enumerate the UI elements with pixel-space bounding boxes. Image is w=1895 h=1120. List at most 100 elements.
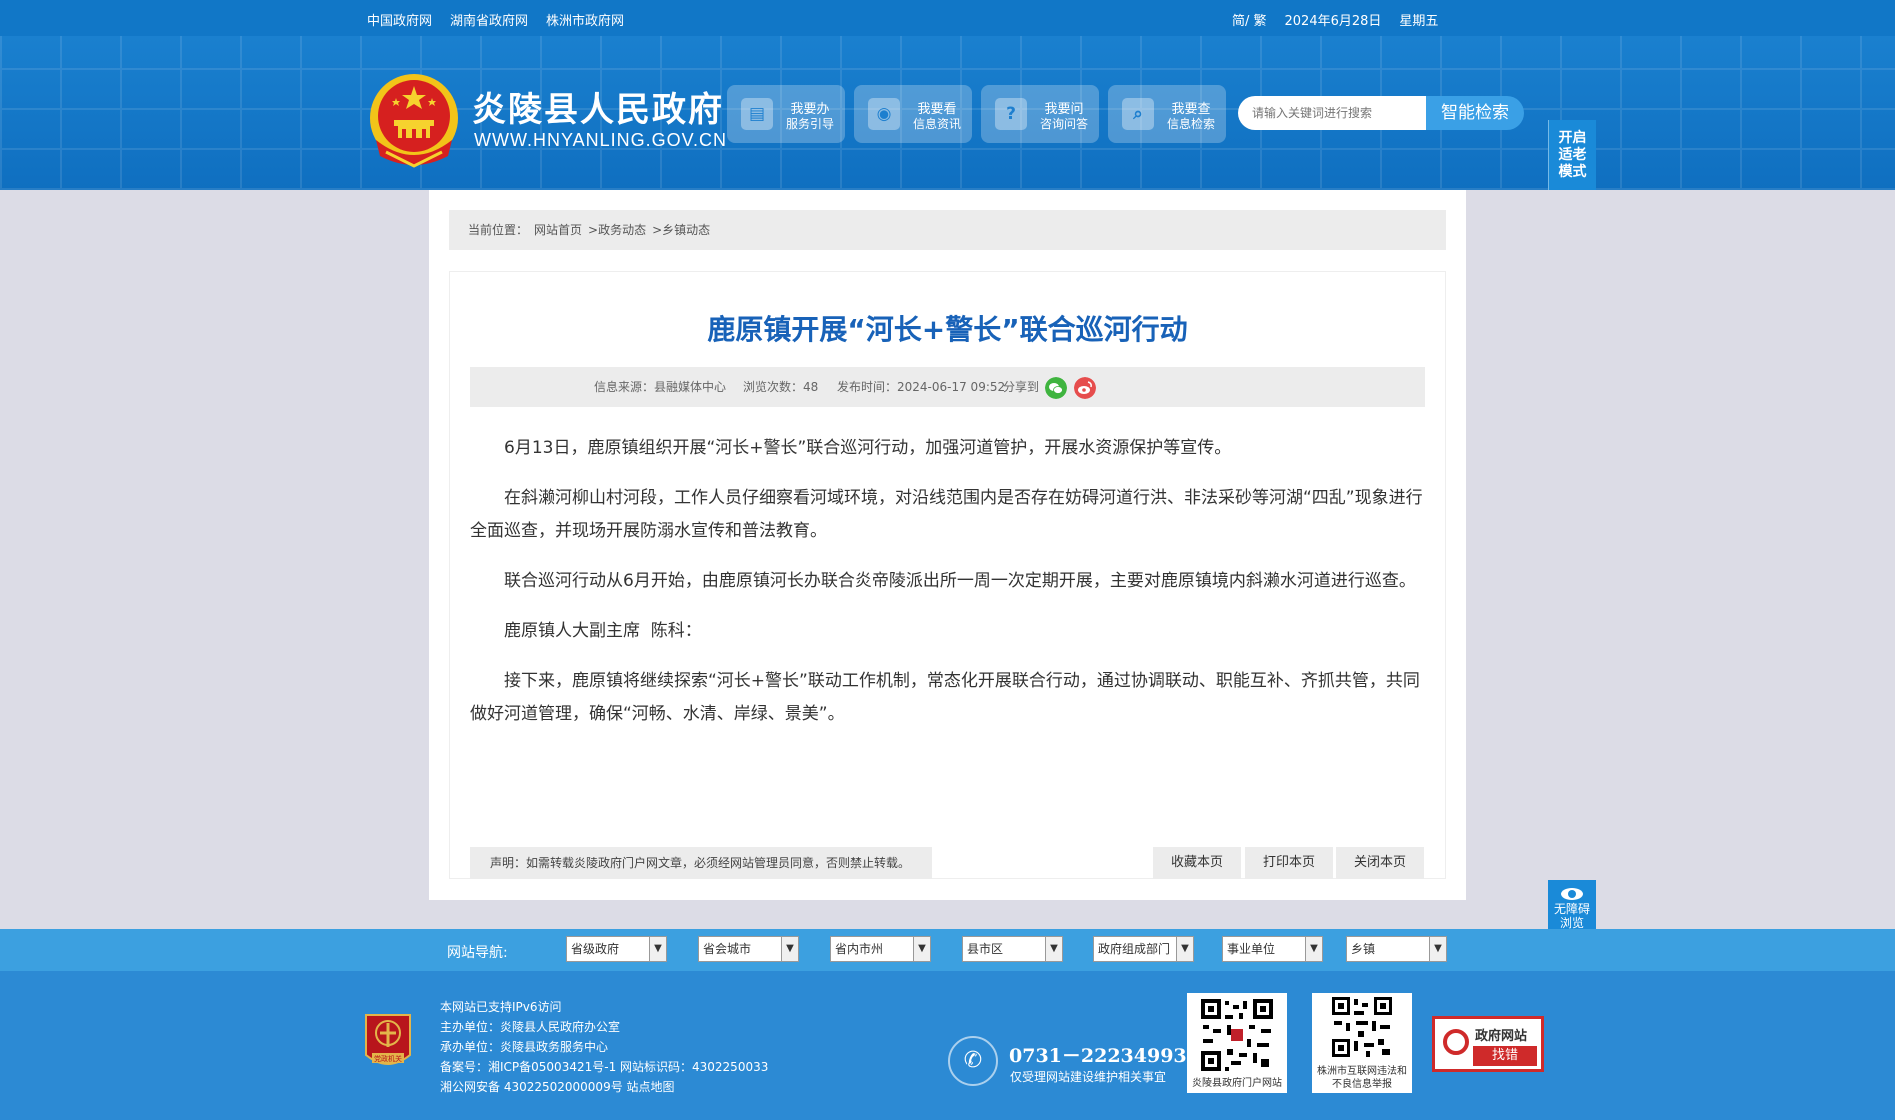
- qr-code-icon: [1199, 997, 1275, 1073]
- select-province-cities[interactable]: 省内市州 ▼: [830, 936, 931, 962]
- elder-mode-button[interactable]: 开启 适老 模式: [1548, 120, 1596, 190]
- current-weekday: 星期五: [1399, 14, 1439, 29]
- breadcrumb: 当前位置： 网站首页 >政务动态 >乡镇动态: [449, 210, 1446, 250]
- footer-info: 本网站已支持IPv6访问 主办单位：炎陵县人民政府办公室 承办单位：炎陵县政务服…: [440, 997, 768, 1097]
- article-meta: 信息来源：县融媒体中心 浏览次数：48 发布时间：2024-06-17 09:5…: [470, 367, 1425, 407]
- close-page-button[interactable]: 关闭本页: [1336, 847, 1424, 879]
- findbug-label: 找错: [1473, 1046, 1537, 1066]
- breadcrumb-prefix: 当前位置：: [468, 223, 529, 237]
- article-paragraph: 接下来，鹿原镇将继续探索“河长+警长”联动工作机制，常态化开展联合行动，通过协调…: [470, 671, 1420, 724]
- top-right: 简/ 繁 2024年6月28日 星期五: [1232, 10, 1438, 29]
- footer-line: 承办单位：炎陵县政务服务中心: [440, 1040, 609, 1054]
- chevron-down-icon: ▼: [649, 937, 666, 961]
- print-page-button[interactable]: 打印本页: [1245, 847, 1333, 879]
- footer-line[interactable]: 备案号：湘ICP备05003421号-1 网站标识码：4302250033: [440, 1057, 768, 1077]
- link-zhuzhou-gov[interactable]: 株洲市政府网: [546, 10, 624, 29]
- weibo-icon[interactable]: [1074, 377, 1096, 399]
- findbug-title: 政府网站: [1475, 1029, 1528, 1044]
- footer-line: 本网站已支持IPv6访问: [440, 1000, 562, 1014]
- select-value: 省级政府: [571, 942, 620, 956]
- select-public-institutions[interactable]: 事业单位 ▼: [1222, 936, 1323, 962]
- national-emblem-icon[interactable]: [366, 70, 462, 174]
- nav-retrieval-button[interactable]: ⌕ 我要查 信息检索: [1108, 85, 1226, 143]
- nav-service-guide-button[interactable]: ▤ 我要办 服务引导: [727, 85, 845, 143]
- qr-code-icon: [1330, 995, 1394, 1059]
- phone-icon: ✆: [948, 1036, 998, 1086]
- breadcrumb-town-news[interactable]: >乡镇动态: [652, 210, 710, 250]
- question-icon: ?: [995, 98, 1027, 130]
- article-paragraph: 联合巡河行动从6月开始，由鹿原镇河长办联合炎帝陵派出所一周一次定期开展，主要对鹿…: [504, 571, 1416, 591]
- link-hunan-gov[interactable]: 湖南省政府网: [450, 10, 528, 29]
- phone-note: 仅受理网站建设维护相关事宜: [1010, 1070, 1167, 1084]
- article-paragraph: 鹿原镇人大副主席 陈科：: [504, 621, 702, 641]
- chevron-down-icon: ▼: [1429, 937, 1446, 961]
- chevron-down-icon: ▼: [913, 937, 930, 961]
- accessibility-label: 无障碍 浏览: [1553, 902, 1590, 930]
- chevron-down-icon: ▼: [1176, 937, 1193, 961]
- select-counties[interactable]: 县市区 ▼: [962, 936, 1063, 962]
- article-paragraph: 6月13日，鹿原镇组织开展“河长+警长”联合巡河行动，加强河道管护，开展水资源保…: [504, 438, 1232, 458]
- footer-line[interactable]: 湘公网安备 43022502000009号 站点地图: [440, 1077, 768, 1097]
- article-paragraph: 在斜濑河柳山村河段，工作人员仔细察看河域环境，对沿线范围内是否存在妨碍河道行洪、…: [470, 488, 1423, 541]
- copyright-declaration: 声明：如需转载炎陵政府门户网文章，必须经网站管理员同意，否则禁止转载。: [470, 847, 932, 879]
- qr-caption: 炎陵县政府门户网站: [1192, 1078, 1282, 1089]
- magnifier-icon: [1443, 1029, 1469, 1055]
- site-domain: WWW.HNYANLING.GOV.CN: [474, 130, 728, 150]
- footer-line: 主办单位：炎陵县人民政府办公室: [440, 1020, 621, 1034]
- article-content: 6月13日，鹿原镇组织开展“河长+警长”联合巡河行动，加强河道管护，开展水资源保…: [470, 432, 1425, 748]
- bookmark-page-button[interactable]: 收藏本页: [1153, 847, 1241, 879]
- select-value: 省会城市: [703, 942, 752, 956]
- main-panel: 当前位置： 网站首页 >政务动态 >乡镇动态 鹿原镇开展“河长+警长”联合巡河行…: [429, 190, 1466, 900]
- nav-label-sub: 信息检索: [1166, 117, 1215, 131]
- meta-time: 发布时间：2024-06-17 09:52: [837, 380, 1006, 394]
- article: 鹿原镇开展“河长+警长”联合巡河行动 信息来源：县融媒体中心 浏览次数：48 发…: [449, 271, 1446, 879]
- qr-caption: 株洲市互联网违法和不良信息举报: [1317, 1066, 1407, 1090]
- eye-icon: ◉: [868, 98, 900, 130]
- article-title: 鹿原镇开展“河长+警长”联合巡河行动: [707, 313, 1188, 346]
- select-gov-departments[interactable]: 政府组成部门 ▼: [1093, 936, 1194, 962]
- site-title[interactable]: 炎陵县人民政府: [472, 82, 724, 131]
- qr-code-report: 株洲市互联网违法和不良信息举报: [1312, 993, 1412, 1093]
- nav-qa-button[interactable]: ? 我要问 咨询问答: [981, 85, 1099, 143]
- top-links: 中国政府网 湖南省政府网 株洲市政府网: [367, 10, 624, 29]
- eye-icon: [1561, 888, 1583, 900]
- chevron-down-icon: ▼: [781, 937, 798, 961]
- breadcrumb-home[interactable]: 网站首页: [534, 210, 582, 250]
- meta-views: 浏览次数：48: [743, 380, 819, 394]
- chevron-down-icon: ▼: [1305, 937, 1322, 961]
- meta-source: 信息来源：县融媒体中心: [594, 380, 727, 394]
- party-gov-badge-icon[interactable]: 党政机关: [362, 1011, 414, 1073]
- site-header: 炎陵县人民政府 WWW.HNYANLING.GOV.CN ▤ 我要办 服务引导 …: [0, 36, 1895, 190]
- select-towns[interactable]: 乡镇 ▼: [1346, 936, 1447, 962]
- search-input[interactable]: [1238, 96, 1426, 130]
- elder-mode-label: 开启 适老 模式: [1558, 130, 1587, 180]
- doc-icon: ▤: [741, 98, 773, 130]
- top-bar: 中国政府网 湖南省政府网 株洲市政府网 简/ 繁 2024年6月28日 星期五: [0, 0, 1895, 36]
- nav-label-sub: 信息资讯: [912, 117, 961, 131]
- nav-label-sub: 服务引导: [785, 117, 834, 131]
- meta-share-label: 分享到: [1003, 380, 1040, 394]
- smart-search-button[interactable]: 智能检索: [1426, 96, 1524, 130]
- chevron-down-icon: ▼: [1045, 937, 1062, 961]
- select-value: 县市区: [967, 942, 1004, 956]
- select-value: 事业单位: [1227, 942, 1276, 956]
- link-central-gov[interactable]: 中国政府网: [367, 10, 432, 29]
- lang-switch[interactable]: 简/ 繁: [1232, 10, 1267, 29]
- nav-label-sub: 咨询问答: [1039, 117, 1088, 131]
- wechat-icon[interactable]: [1045, 377, 1067, 399]
- select-provincial-gov[interactable]: 省级政府 ▼: [566, 936, 667, 962]
- site-nav-bar: 网站导航: 省级政府 ▼ 省会城市 ▼ 省内市州 ▼ 县市区 ▼ 政府组成部门 ▼ 事业单…: [0, 929, 1895, 971]
- breadcrumb-gov-news[interactable]: >政务动态: [588, 210, 646, 250]
- find-error-button[interactable]: 政府网站 找错: [1432, 1016, 1544, 1072]
- current-date: 2024年6月28日: [1284, 14, 1382, 29]
- select-value: 省内市州: [835, 942, 884, 956]
- select-capital-cities[interactable]: 省会城市 ▼: [698, 936, 799, 962]
- site-footer: 党政机关 本网站已支持IPv6访问 主办单位：炎陵县人民政府办公室 承办单位：炎…: [0, 971, 1895, 1120]
- select-value: 政府组成部门: [1098, 942, 1171, 956]
- search-icon: ⌕: [1122, 98, 1154, 130]
- article-footer-bar: 声明：如需转载炎陵政府门户网文章，必须经网站管理员同意，否则禁止转载。 收藏本页…: [470, 847, 1425, 879]
- qr-code-portal: 炎陵县政府门户网站: [1187, 993, 1287, 1093]
- nav-info-button[interactable]: ◉ 我要看 信息资讯: [854, 85, 972, 143]
- badge-text: 党政机关: [374, 1054, 402, 1063]
- contact-phone: 0731－22234993: [1009, 1045, 1187, 1067]
